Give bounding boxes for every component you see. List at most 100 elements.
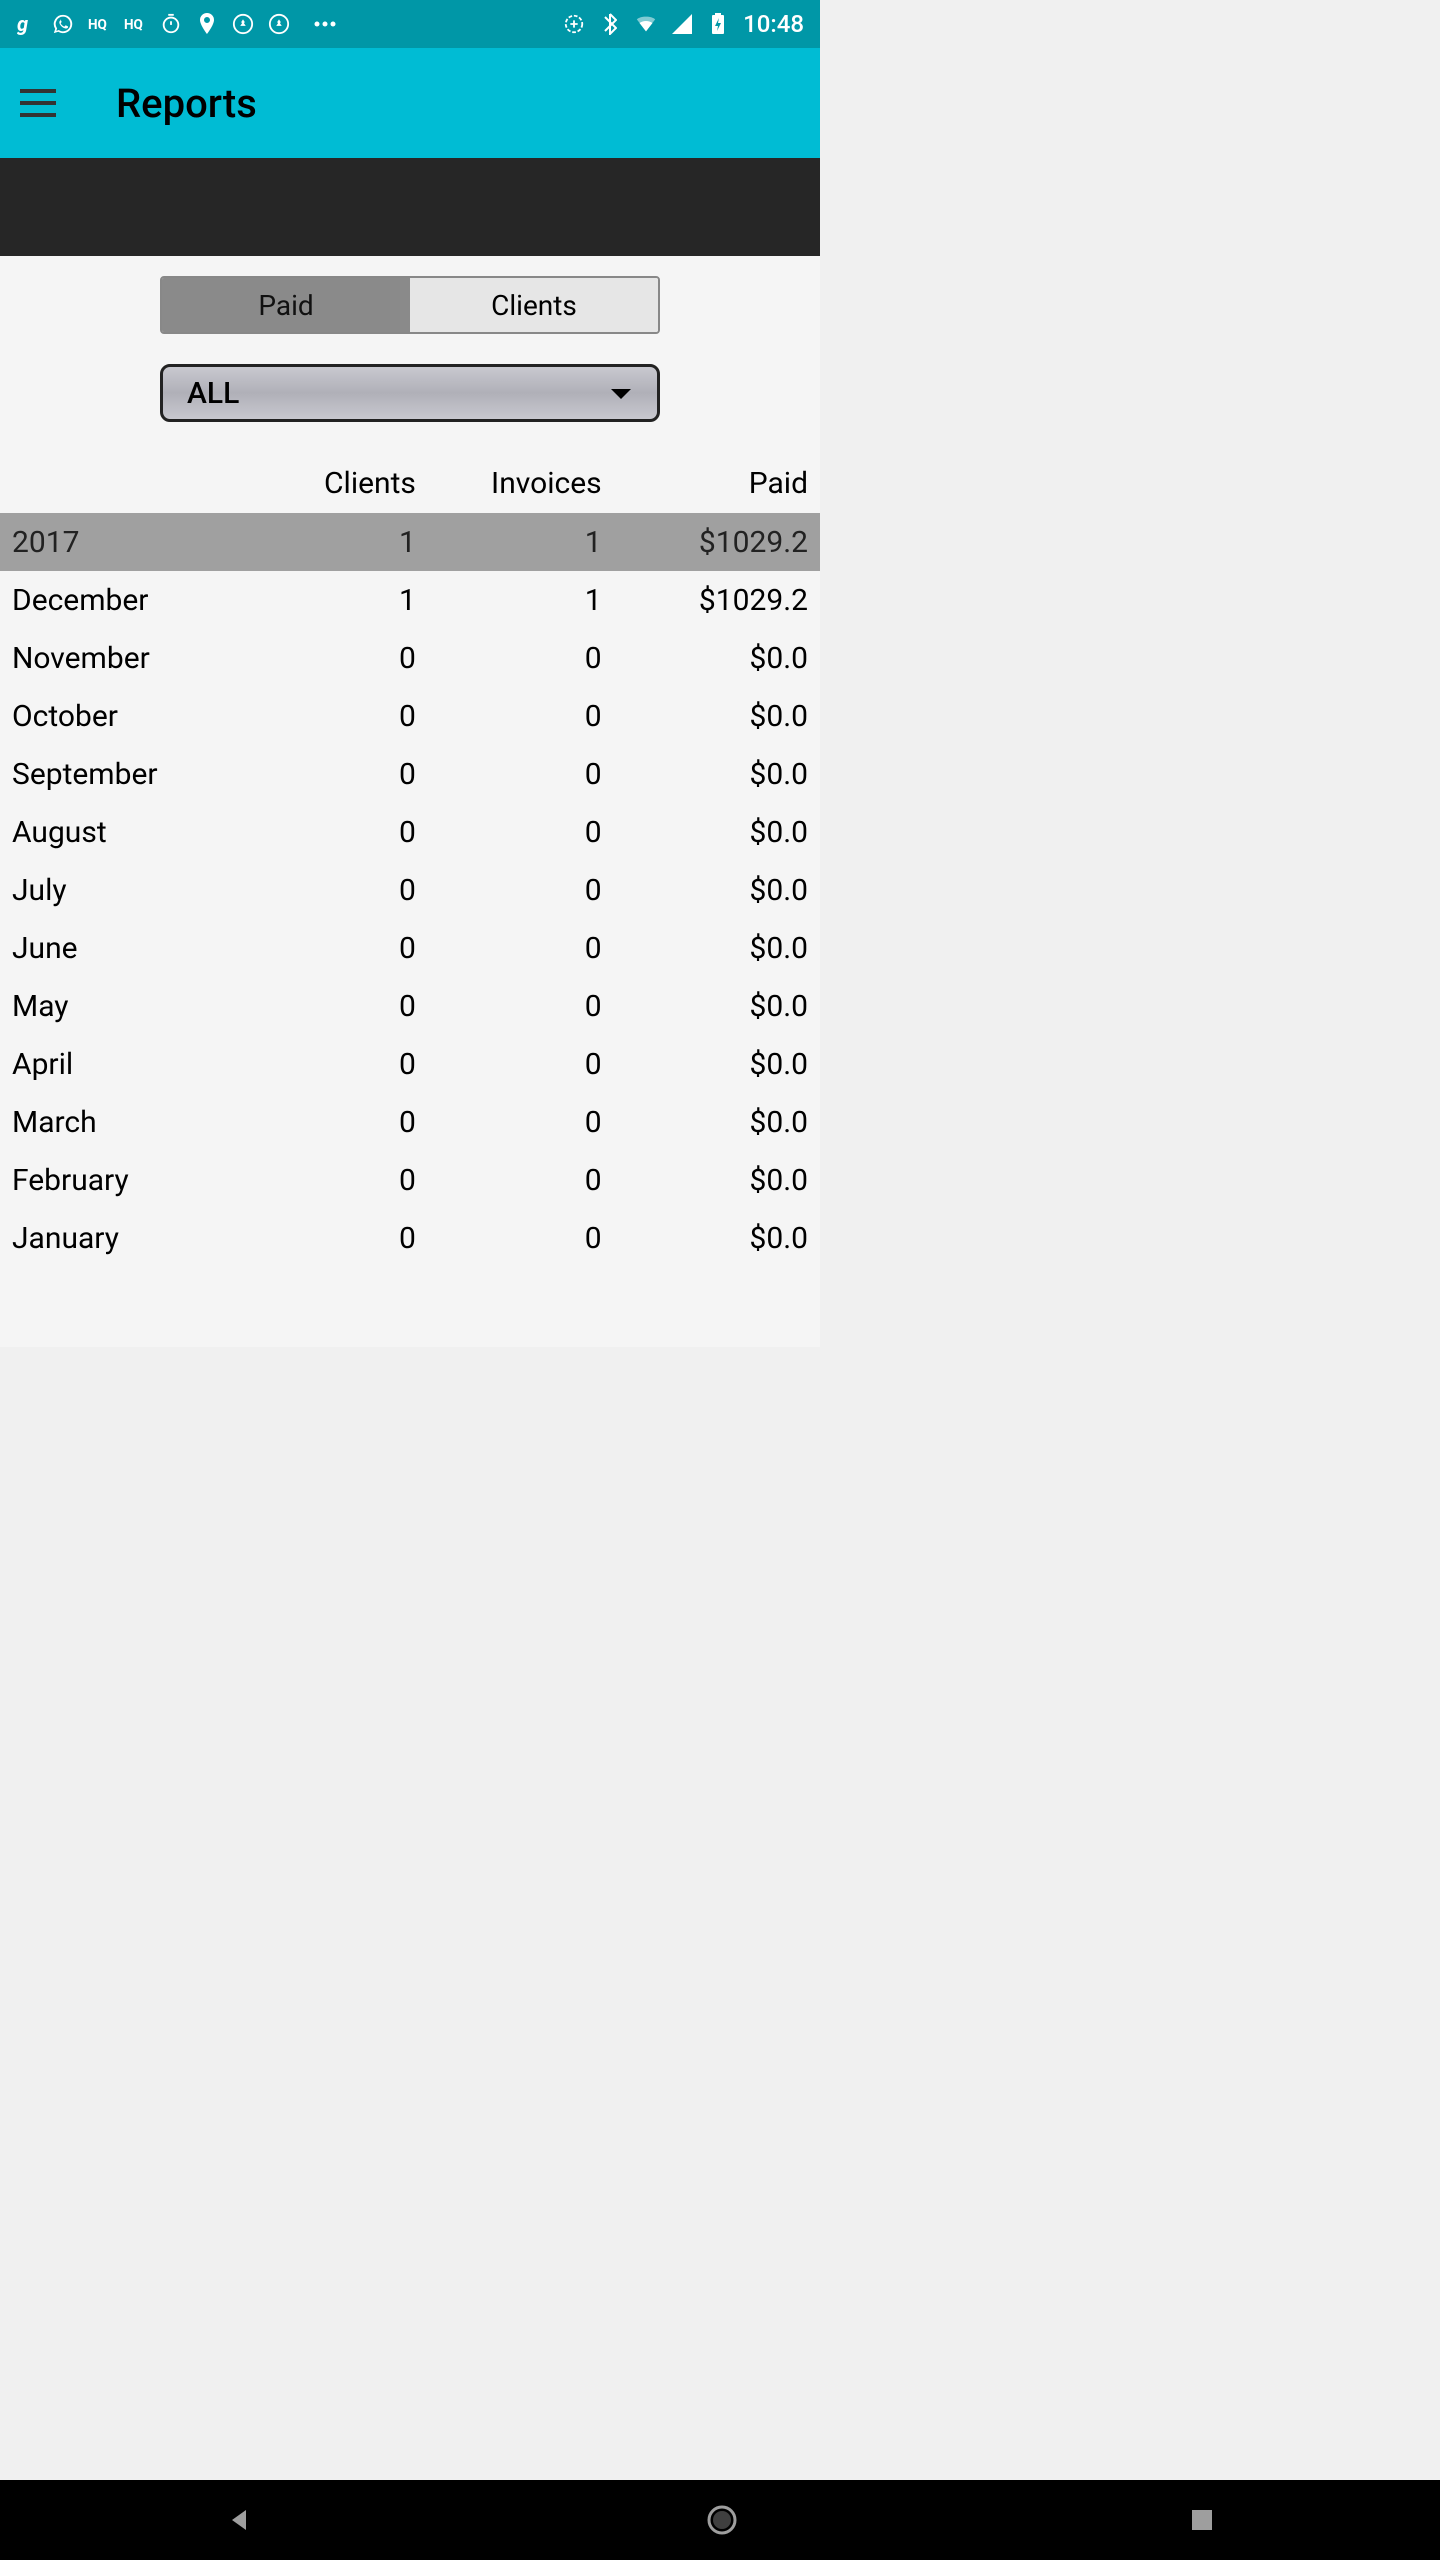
ad-banner-strip	[0, 158, 820, 256]
row-label: January	[12, 1221, 271, 1256]
row-paid: $0.0	[622, 1221, 808, 1256]
summary-clients: 1	[271, 525, 436, 560]
row-invoices: 0	[436, 757, 622, 792]
summary-invoices: 1	[436, 525, 622, 560]
status-time: 10:48	[743, 10, 804, 38]
row-clients: 0	[271, 873, 436, 908]
wifi-icon	[635, 13, 657, 35]
row-invoices: 1	[436, 583, 622, 618]
header-paid: Paid	[622, 466, 808, 501]
battery-charging-icon	[707, 13, 729, 35]
signal-icon	[671, 13, 693, 35]
row-label: November	[12, 641, 271, 676]
row-paid: $0.0	[622, 815, 808, 850]
row-label: July	[12, 873, 271, 908]
hq-icon-1: HQ	[88, 13, 110, 35]
page-title: Reports	[116, 80, 257, 127]
row-clients: 0	[271, 815, 436, 850]
flame-circle-icon-2	[268, 13, 290, 35]
summary-row[interactable]: 2017 1 1 $1029.2	[0, 513, 820, 571]
location-icon	[196, 13, 218, 35]
filter-dropdown[interactable]: ALL	[160, 364, 660, 422]
svg-text:HQ: HQ	[124, 17, 143, 33]
row-clients: 0	[271, 989, 436, 1024]
row-invoices: 0	[436, 873, 622, 908]
tab-clients[interactable]: Clients	[410, 278, 658, 332]
row-paid: $0.0	[622, 699, 808, 734]
tab-paid[interactable]: Paid	[162, 278, 410, 332]
table-row[interactable]: December11$1029.2	[0, 571, 820, 629]
app-bar: Reports	[0, 48, 820, 158]
row-invoices: 0	[436, 989, 622, 1024]
row-clients: 0	[271, 757, 436, 792]
row-label: June	[12, 931, 271, 966]
row-invoices: 0	[436, 699, 622, 734]
row-label: October	[12, 699, 271, 734]
status-bar: g HQ HQ	[0, 0, 820, 48]
row-paid: $0.0	[622, 1047, 808, 1082]
table-row[interactable]: January00$0.0	[0, 1209, 820, 1267]
header-clients: Clients	[271, 466, 436, 501]
row-paid: $0.0	[622, 931, 808, 966]
row-invoices: 0	[436, 1221, 622, 1256]
summary-label: 2017	[12, 525, 271, 560]
recent-button[interactable]	[1190, 2508, 1214, 2532]
row-paid: $0.0	[622, 989, 808, 1024]
row-paid: $1029.2	[622, 583, 808, 618]
table-row[interactable]: July00$0.0	[0, 861, 820, 919]
row-clients: 0	[271, 641, 436, 676]
menu-icon[interactable]	[20, 89, 56, 117]
row-invoices: 0	[436, 1047, 622, 1082]
table-row[interactable]: October00$0.0	[0, 687, 820, 745]
app-g-icon: g	[16, 13, 38, 35]
flame-circle-icon-1	[232, 13, 254, 35]
hq-icon-2: HQ	[124, 13, 146, 35]
row-clients: 1	[271, 583, 436, 618]
svg-text:g: g	[17, 13, 28, 35]
table-row[interactable]: April00$0.0	[0, 1035, 820, 1093]
table-row[interactable]: May00$0.0	[0, 977, 820, 1035]
svg-text:HQ: HQ	[88, 17, 107, 33]
table-row[interactable]: March00$0.0	[0, 1093, 820, 1151]
row-paid: $0.0	[622, 641, 808, 676]
row-invoices: 0	[436, 931, 622, 966]
row-paid: $0.0	[622, 1163, 808, 1198]
navigation-bar	[0, 2480, 1440, 2560]
table-row[interactable]: August00$0.0	[0, 803, 820, 861]
row-label: May	[12, 989, 271, 1024]
data-saver-icon	[563, 13, 585, 35]
row-invoices: 0	[436, 1105, 622, 1140]
table-row[interactable]: June00$0.0	[0, 919, 820, 977]
row-clients: 0	[271, 1221, 436, 1256]
table-row[interactable]: November00$0.0	[0, 629, 820, 687]
table-row[interactable]: February00$0.0	[0, 1151, 820, 1209]
row-invoices: 0	[436, 815, 622, 850]
row-clients: 0	[271, 1163, 436, 1198]
row-paid: $0.0	[622, 873, 808, 908]
home-button[interactable]	[706, 2504, 738, 2536]
table-header: Clients Invoices Paid	[0, 422, 820, 513]
row-paid: $0.0	[622, 757, 808, 792]
summary-paid: $1029.2	[622, 525, 808, 560]
content-area: Paid Clients ALL Clients Invoices Paid 2…	[0, 256, 820, 1347]
whatsapp-icon	[52, 13, 74, 35]
header-invoices: Invoices	[436, 466, 622, 501]
row-label: August	[12, 815, 271, 850]
dropdown-value: ALL	[187, 376, 239, 411]
more-icon	[314, 13, 336, 35]
timer-icon	[160, 13, 182, 35]
table-row[interactable]: September00$0.0	[0, 745, 820, 803]
row-label: February	[12, 1163, 271, 1198]
row-label: April	[12, 1047, 271, 1082]
chevron-down-icon	[609, 379, 633, 407]
row-clients: 0	[271, 1105, 436, 1140]
row-clients: 0	[271, 1047, 436, 1082]
row-label: March	[12, 1105, 271, 1140]
row-invoices: 0	[436, 1163, 622, 1198]
row-label: September	[12, 757, 271, 792]
row-clients: 0	[271, 699, 436, 734]
row-invoices: 0	[436, 641, 622, 676]
row-label: December	[12, 583, 271, 618]
bluetooth-icon	[599, 13, 621, 35]
back-button[interactable]	[226, 2506, 254, 2534]
